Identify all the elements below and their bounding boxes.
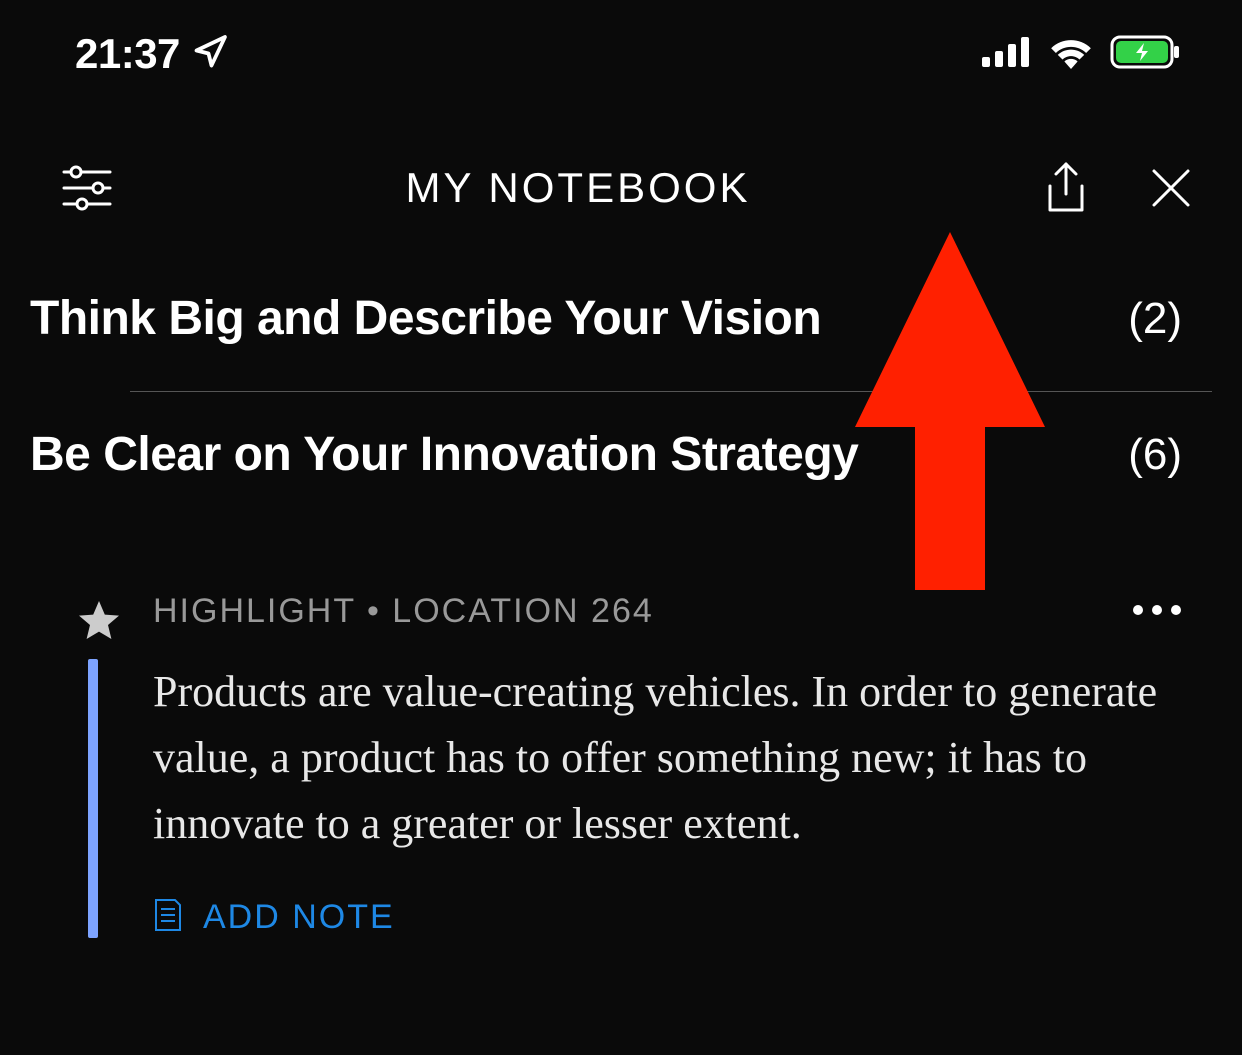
cellular-signal-icon [982, 37, 1032, 72]
section-row-1[interactable]: Think Big and Describe Your Vision (2) [0, 266, 1242, 381]
status-left: 21:37 [75, 30, 228, 78]
close-button[interactable] [1150, 167, 1192, 209]
add-note-label: ADD NOTE [203, 898, 395, 937]
filter-settings-button[interactable] [60, 164, 114, 212]
highlight-text: Products are value-creating vehicles. In… [153, 659, 1182, 857]
status-time: 21:37 [75, 30, 180, 78]
status-bar: 21:37 [0, 0, 1242, 100]
highlight-text-area: Products are value-creating vehicles. In… [153, 659, 1182, 938]
section-title: Think Big and Describe Your Vision [30, 291, 821, 346]
highlight-entry: HIGHLIGHT • LOCATION 264 Products are va… [0, 592, 1242, 938]
header: MY NOTEBOOK [0, 100, 1242, 266]
add-note-button[interactable]: ADD NOTE [153, 897, 1182, 938]
spacer [0, 517, 1242, 592]
page-title: MY NOTEBOOK [114, 164, 1042, 212]
section-count: (2) [1128, 294, 1182, 344]
divider [130, 391, 1212, 392]
section-count: (6) [1128, 430, 1182, 480]
wifi-icon [1048, 35, 1094, 74]
location-icon [192, 34, 228, 75]
more-options-button[interactable] [1132, 603, 1182, 621]
highlight-meta: HIGHLIGHT • LOCATION 264 [153, 592, 654, 631]
highlight-body: Products are value-creating vehicles. In… [88, 659, 1182, 938]
share-button[interactable] [1042, 160, 1090, 216]
battery-charging-icon [1110, 35, 1182, 74]
section-row-2[interactable]: Be Clear on Your Innovation Strategy (6) [0, 402, 1242, 517]
highlight-meta-row: HIGHLIGHT • LOCATION 264 [153, 592, 1182, 631]
highlight-color-bar [88, 659, 98, 938]
note-icon [153, 897, 183, 938]
highlight-content: HIGHLIGHT • LOCATION 264 Products are va… [153, 592, 1182, 938]
section-title: Be Clear on Your Innovation Strategy [30, 427, 858, 482]
header-actions [1042, 160, 1192, 216]
status-right [982, 35, 1182, 74]
